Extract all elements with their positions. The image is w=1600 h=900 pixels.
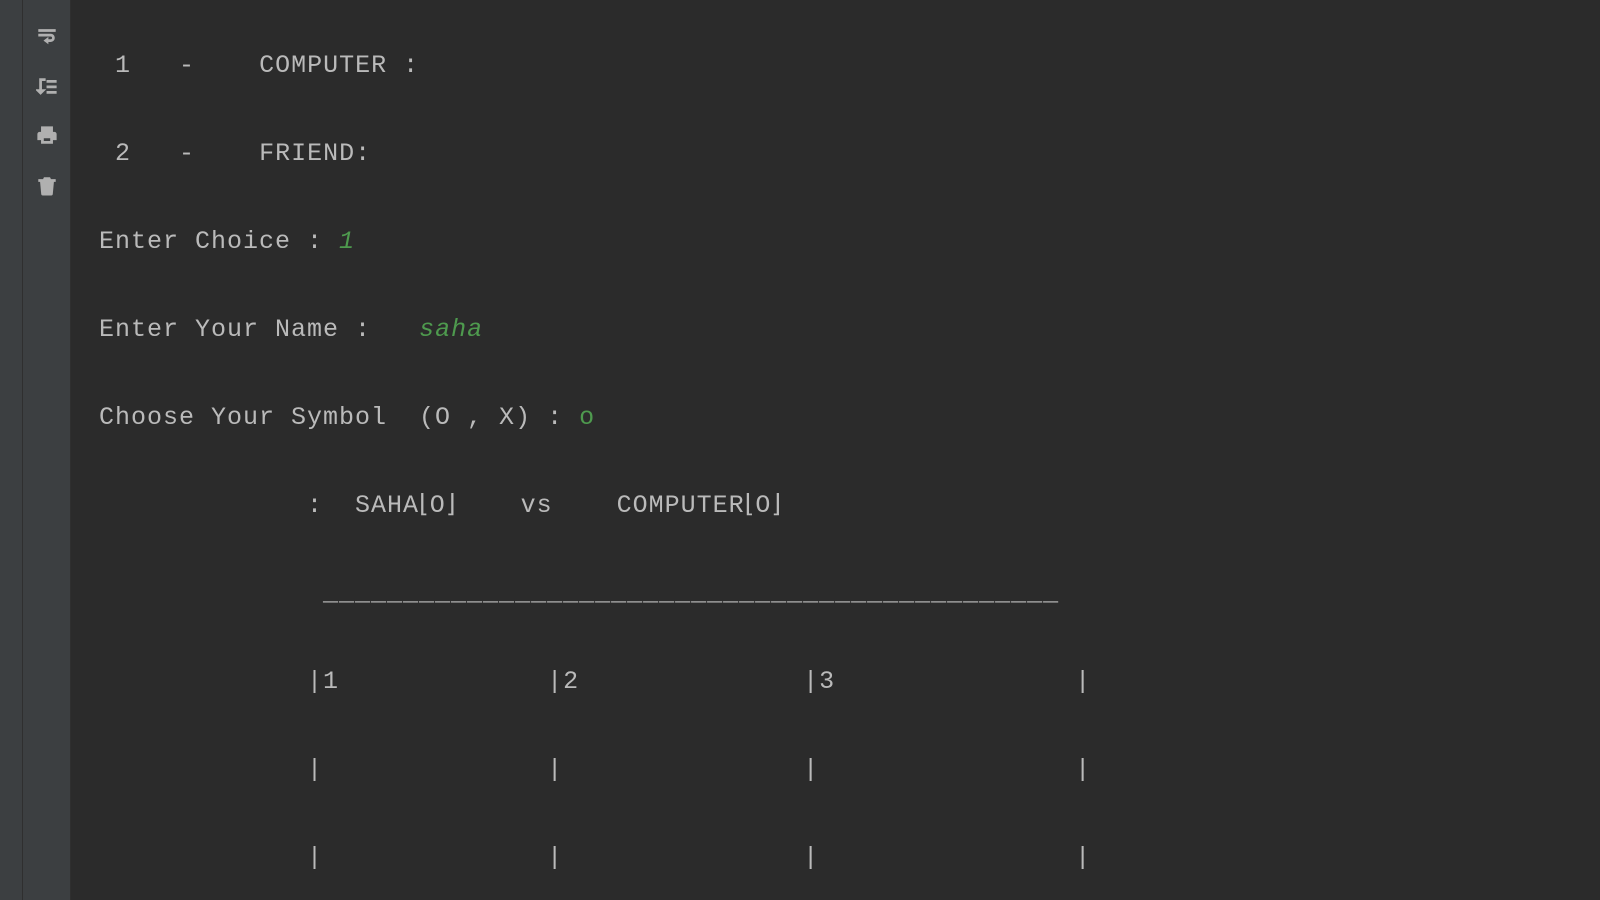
gutter-strip	[0, 0, 23, 900]
symbol-input: o	[579, 403, 595, 432]
name-line: Enter Your Name : saha	[99, 308, 1600, 352]
console-output[interactable]: 1 - COMPUTER : 2 - FRIEND: Enter Choice …	[71, 0, 1600, 900]
board-blank: | | | |	[99, 836, 1600, 880]
soft-wrap-icon	[36, 25, 58, 52]
choice-line: Enter Choice : 1	[99, 220, 1600, 264]
name-input: saha	[419, 315, 483, 344]
menu-line-1: 1 - COMPUTER :	[99, 44, 1600, 88]
scroll-to-end-icon	[36, 75, 58, 102]
board-top: ________________________________________…	[99, 572, 1600, 616]
choice-input: 1	[339, 227, 355, 256]
tool-gutter	[23, 0, 71, 900]
board-row-1: |1 |2 |3 |	[99, 660, 1600, 704]
print-icon	[36, 125, 58, 152]
menu-line-2: 2 - FRIEND:	[99, 132, 1600, 176]
trash-icon	[36, 175, 58, 202]
print-button[interactable]	[27, 118, 67, 158]
symbol-line: Choose Your Symbol (O , X) : o	[99, 396, 1600, 440]
match-header: : SAHA⌊O⌋ vs COMPUTER⌊O⌋	[99, 484, 1600, 528]
board-blank: | | | |	[99, 748, 1600, 792]
clear-button[interactable]	[27, 168, 67, 208]
scroll-to-end-button[interactable]	[27, 68, 67, 108]
soft-wrap-button[interactable]	[27, 18, 67, 58]
